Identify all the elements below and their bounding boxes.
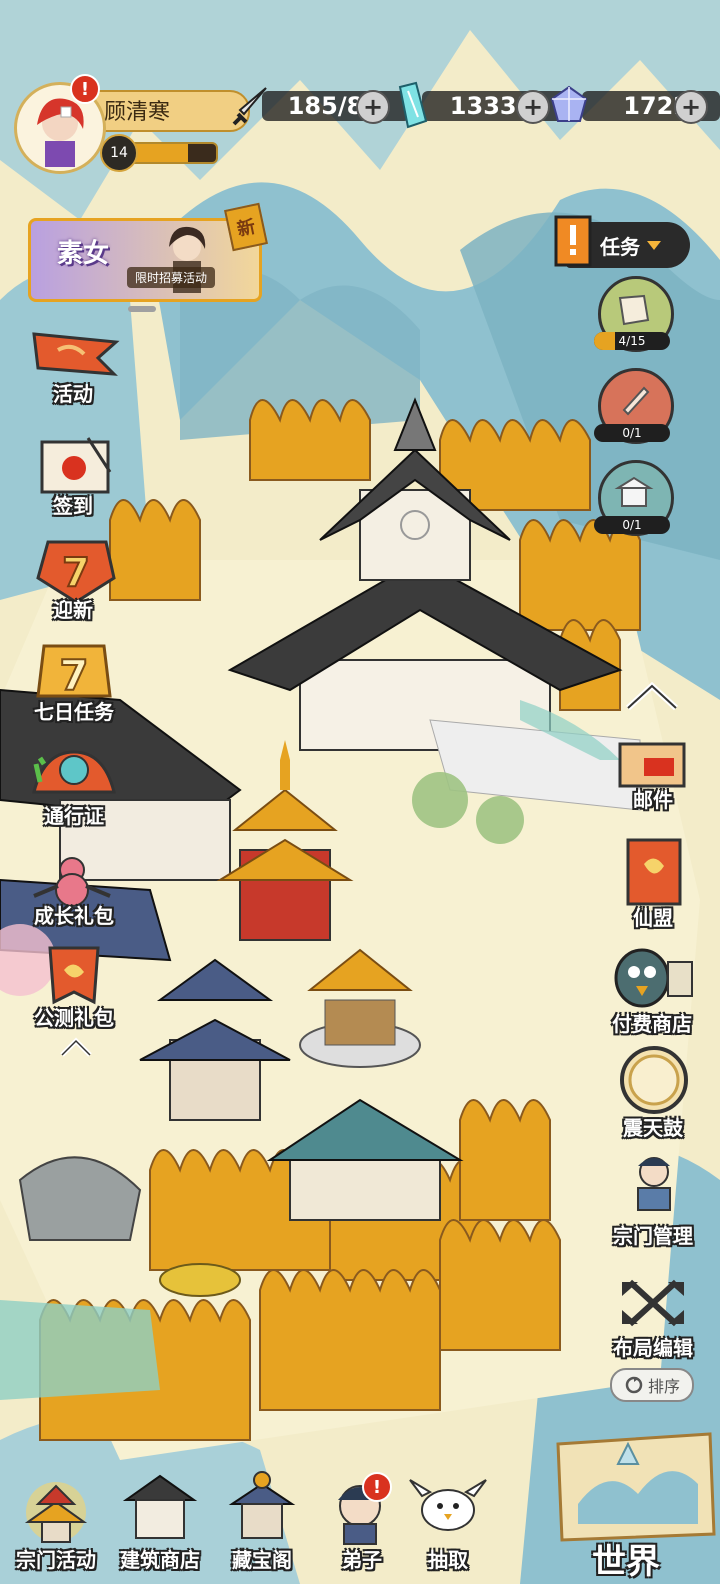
caret-down-icon: [647, 241, 661, 250]
crystal-add-button[interactable]: +: [516, 90, 550, 124]
alliance-banner-icon: [626, 838, 682, 906]
paid-shop-button[interactable]: 付费商店: [596, 942, 708, 1038]
activity-button[interactable]: 活动: [28, 328, 124, 408]
task-book-icon: [554, 215, 592, 267]
crystal-icon: [398, 81, 428, 129]
task-count: 4/15: [618, 334, 646, 348]
recruit-caption: 限时招募活动: [127, 267, 216, 288]
checkin-label: 签到: [53, 494, 93, 518]
building-shop-icon: [122, 1474, 198, 1539]
sect-activity-tab[interactable]: 宗门活动: [8, 1466, 104, 1578]
gem-resource: 1722 +: [548, 85, 720, 124]
layout-edit-label: 布局编辑: [613, 1336, 693, 1360]
sort-button[interactable]: 排序: [610, 1368, 694, 1402]
stamina-add-button[interactable]: +: [356, 90, 390, 124]
mail-envelope-icon: [618, 742, 686, 788]
profile-alert-badge: !: [70, 74, 100, 104]
treasure-tab[interactable]: 藏宝阁: [214, 1466, 310, 1578]
svg-text:7: 7: [59, 651, 88, 700]
growth-pack-button[interactable]: 成长礼包: [14, 846, 134, 932]
task-progress-bar: 4/15: [594, 332, 670, 350]
layout-edit-button[interactable]: 布局编辑: [600, 1272, 706, 1364]
sword-icon: [232, 87, 267, 126]
beta-pack-button[interactable]: 公测礼包: [14, 944, 134, 1030]
task-item-2[interactable]: 0/1: [594, 368, 674, 444]
disciples-alert-badge: !: [362, 1472, 392, 1502]
player-profile[interactable]: 顾清寒 14 !: [14, 74, 250, 192]
scroll-up-arrow[interactable]: [622, 678, 682, 718]
task-progress-bar: 0/1: [594, 424, 670, 442]
player-level: 14: [110, 145, 128, 161]
drum-icon: [620, 1046, 688, 1114]
recruit-event-banner[interactable]: 素女 限时招募活动: [28, 218, 262, 302]
player-name: 顾清寒: [104, 100, 171, 125]
stamina-resource: 185/86 +: [232, 87, 410, 126]
task-count: 0/1: [622, 518, 642, 532]
layout-move-icon: [622, 1279, 684, 1327]
checkin-scroll-icon: [40, 437, 112, 494]
drum-label: 震天鼓: [623, 1116, 683, 1140]
recruit-hero-name: 素女: [57, 239, 110, 269]
new-tag-label: 新: [235, 216, 258, 241]
seven-day-task-button[interactable]: 7 七日任务: [14, 640, 134, 726]
task-toggle-button[interactable]: 任务: [554, 215, 690, 268]
alliance-button[interactable]: 仙盟: [608, 836, 698, 930]
pass-button[interactable]: 通行证: [14, 742, 134, 828]
seven-day-label: 七日任务: [34, 700, 114, 724]
welcome-label: 迎新: [53, 598, 93, 622]
sect-manager-icon: [637, 1157, 671, 1211]
world-label: 世界: [592, 1542, 660, 1582]
level-badge: 14: [100, 134, 138, 172]
task-progress-bar: 0/1: [594, 516, 670, 534]
drum-button[interactable]: 震天鼓: [608, 1044, 698, 1140]
draw-label: 抽取: [428, 1548, 468, 1572]
building-shop-tab[interactable]: 建筑商店: [112, 1466, 208, 1578]
mail-button[interactable]: 邮件: [608, 730, 698, 818]
growth-pack-label: 成长礼包: [34, 904, 114, 928]
seven-day-icon: 7: [36, 644, 112, 701]
disciples-label: 弟子: [342, 1548, 382, 1572]
chevron-up-icon: [60, 1037, 92, 1057]
pass-orb-icon: [32, 750, 116, 794]
sect-manage-label: 宗门管理: [613, 1224, 693, 1248]
bottom-nav-bar: 宗门活动 建筑商店 藏宝阁 ! 弟子 抽取 世界: [0, 1432, 720, 1584]
scroll-icon: [618, 294, 650, 326]
paid-shop-label: 付费商店: [612, 1012, 692, 1036]
sort-label: 排序: [647, 1377, 680, 1396]
checkin-button[interactable]: 签到: [28, 432, 124, 520]
disciple-portrait-icon: [338, 1485, 382, 1545]
task-item-3[interactable]: 0/1: [594, 460, 674, 536]
sort-refresh-icon: [625, 1376, 643, 1394]
building-shop-label: 建筑商店: [120, 1548, 200, 1572]
chevron-up-icon: [625, 681, 679, 711]
gem-icon: [550, 85, 588, 122]
world-button[interactable]: 世界: [548, 1424, 720, 1584]
welcome-button[interactable]: 7 迎新: [28, 538, 124, 626]
world-map-scroll-icon: [556, 1432, 716, 1542]
beta-pack-label: 公测礼包: [34, 1006, 114, 1030]
treasure-pavilion-icon: [228, 1471, 296, 1539]
disciples-tab[interactable]: ! 弟子: [314, 1466, 410, 1578]
alliance-label: 仙盟: [633, 906, 673, 930]
draw-tab[interactable]: 抽取: [400, 1466, 496, 1578]
task-title: 任务: [600, 234, 640, 259]
sect-manage-button[interactable]: 宗门管理: [600, 1148, 706, 1248]
activity-label: 活动: [53, 382, 93, 406]
svg-text:7: 7: [62, 550, 90, 596]
mail-label: 邮件: [633, 788, 673, 812]
collapse-menu-button[interactable]: [56, 1032, 96, 1062]
shop-merchant-icon: [614, 948, 693, 1008]
sect-pagoda-icon: [24, 1482, 88, 1543]
task-item-1[interactable]: 4/15: [594, 276, 674, 352]
sword-badge-icon: [622, 386, 650, 416]
gate-icon: [614, 476, 654, 507]
banner-page-indicator: [128, 306, 156, 312]
treasure-label: 藏宝阁: [232, 1548, 292, 1572]
pass-label: 通行证: [44, 804, 104, 828]
sect-activity-label: 宗门活动: [16, 1548, 96, 1572]
task-count: 0/1: [622, 426, 642, 440]
gem-add-button[interactable]: +: [674, 90, 708, 124]
crane-bird-icon: [409, 1479, 487, 1531]
beta-pack-flag-icon: [48, 946, 100, 1005]
